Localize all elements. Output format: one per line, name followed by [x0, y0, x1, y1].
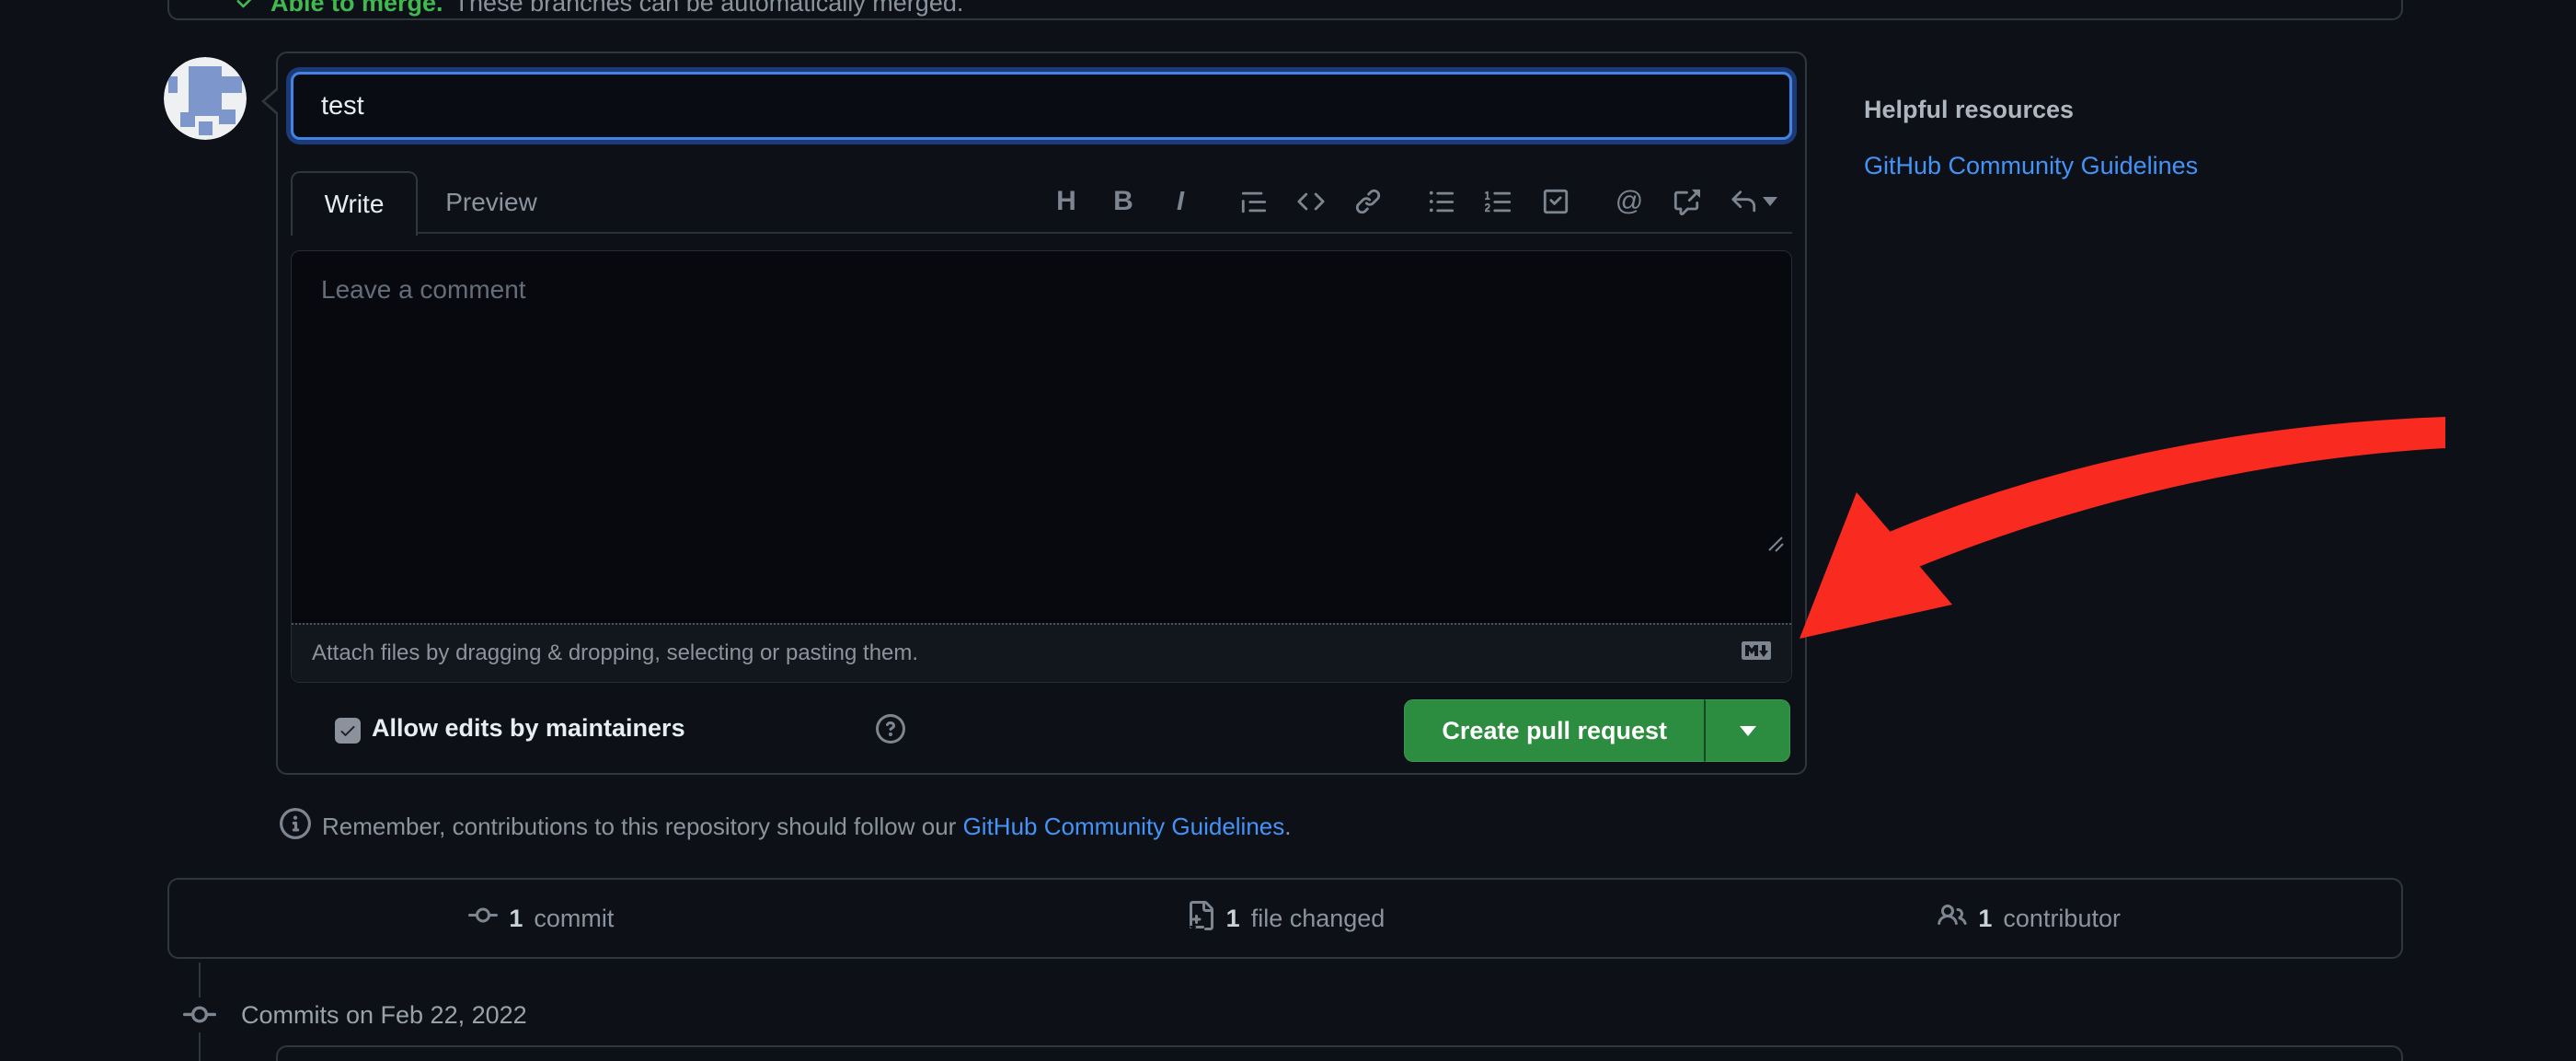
merge-status-banner: Able to merge. These branches can be aut…	[167, 0, 2403, 20]
sidebar-guidelines-link[interactable]: GitHub Community Guidelines	[1864, 152, 2198, 180]
stat-files-changed[interactable]: 1 file changed	[914, 880, 1658, 957]
markdown-icon[interactable]	[1742, 636, 1771, 672]
ordered-list-icon[interactable]	[1470, 173, 1527, 230]
resize-grip-icon[interactable]	[1764, 532, 1784, 557]
comment-placeholder: Leave a comment	[321, 275, 526, 305]
create-pr-button-group: Create pull request	[1404, 699, 1790, 762]
helpful-resources: Helpful resources GitHub Community Guide…	[1864, 96, 2198, 180]
italic-icon[interactable]: I	[1152, 173, 1209, 230]
saved-replies-icon[interactable]	[1715, 173, 1792, 230]
info-icon	[280, 808, 311, 846]
pr-title-input[interactable]	[291, 72, 1792, 140]
git-commit-icon	[468, 901, 498, 937]
check-icon	[234, 0, 259, 19]
commit-list-box	[276, 1045, 2403, 1061]
allow-edits-label: Allow edits by maintainers	[372, 714, 685, 743]
quote-icon[interactable]	[1225, 173, 1282, 230]
pr-form: Write Preview H B I	[276, 52, 1807, 775]
form-footer: Allow edits by maintainers Create pull r…	[278, 696, 1805, 760]
markdown-toolbar: H B I @	[1038, 171, 1792, 232]
cross-reference-icon[interactable]	[1658, 173, 1715, 230]
file-diff-icon	[1186, 901, 1215, 937]
stat-contributors[interactable]: 1 contributor	[1657, 880, 2401, 957]
merge-status-description: These branches can be automatically merg…	[454, 0, 964, 17]
commits-date-heading: Commits on Feb 22, 2022	[241, 1001, 527, 1030]
tasklist-icon[interactable]	[1527, 173, 1584, 230]
comment-textarea[interactable]: Leave a comment	[292, 251, 1791, 623]
note-text: Remember, contributions to this reposito…	[322, 813, 963, 840]
avatar	[164, 57, 247, 140]
create-pr-dropdown[interactable]	[1704, 699, 1790, 762]
create-pr-button[interactable]: Create pull request	[1404, 699, 1704, 762]
allow-edits-checkbox[interactable]	[335, 718, 361, 744]
heading-icon[interactable]: H	[1038, 173, 1095, 230]
pr-stats-bar: 1 commit 1 file changed 1 contributor	[167, 878, 2403, 959]
code-icon[interactable]	[1282, 173, 1340, 230]
guidelines-link[interactable]: GitHub Community Guidelines	[963, 813, 1285, 840]
tab-write[interactable]: Write	[291, 171, 418, 236]
tab-preview[interactable]: Preview	[418, 171, 565, 234]
guidelines-note: Remember, contributions to this reposito…	[280, 808, 1292, 846]
sidebar-heading: Helpful resources	[1864, 96, 2198, 124]
chevron-down-icon	[1763, 197, 1777, 206]
people-icon	[1938, 901, 1967, 937]
comment-editor: Leave a comment Attach files by dragging…	[291, 250, 1792, 683]
pull-request-page: Able to merge. These branches can be aut…	[0, 0, 2576, 1061]
chevron-down-icon	[1740, 726, 1756, 736]
merge-status-text: Able to merge.	[270, 0, 443, 17]
attach-files-dropzone[interactable]: Attach files by dragging & dropping, sel…	[292, 623, 1791, 682]
mention-icon[interactable]: @	[1601, 173, 1658, 230]
attach-hint: Attach files by dragging & dropping, sel…	[312, 640, 918, 666]
question-icon[interactable]	[876, 714, 905, 748]
unordered-list-icon[interactable]	[1413, 173, 1470, 230]
stat-commits[interactable]: 1 commit	[169, 880, 914, 957]
bold-icon[interactable]: B	[1095, 173, 1152, 230]
link-icon[interactable]	[1340, 173, 1397, 230]
git-commit-icon	[180, 998, 219, 1032]
